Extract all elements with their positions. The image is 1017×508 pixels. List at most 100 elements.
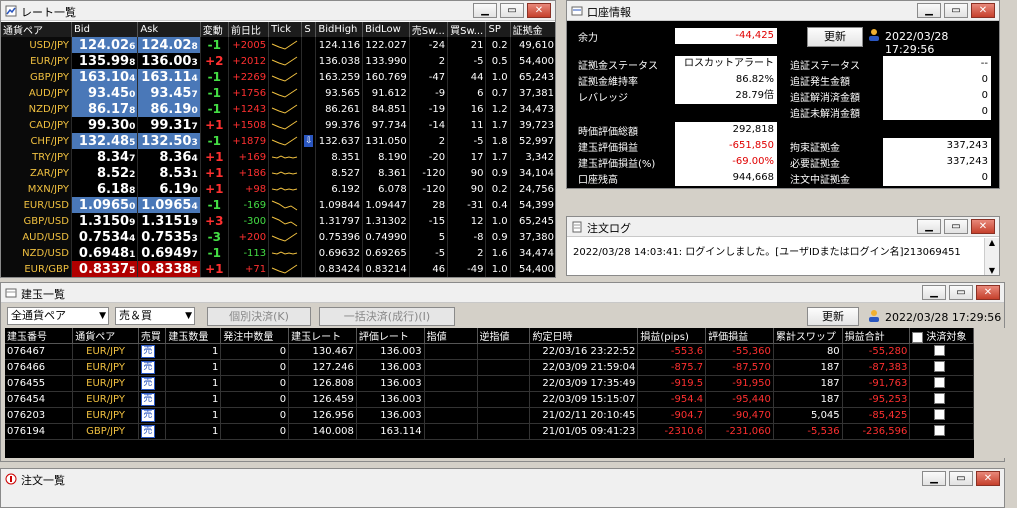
ask-cell[interactable]: 136.003 [137, 53, 201, 69]
pair-filter-select[interactable]: 全通貨ペア ▼ [7, 307, 109, 325]
position-row[interactable]: 076194 GBP/JPY 売 1 0 140.008 163.114 21/01/05 0… [5, 423, 974, 440]
bid-cell[interactable]: 93.450 [71, 85, 139, 101]
position-col-header[interactable]: 発注中数量 [220, 328, 290, 344]
rate-row[interactable]: TRY/JPY 8.347 8.364 +1 +169 8.351 8.190 -20 17 1.… [1, 149, 555, 165]
settle-checkbox[interactable] [934, 424, 946, 436]
position-col-header[interactable]: 売買 [138, 328, 167, 344]
ask-cell[interactable]: 124.028 [137, 37, 201, 53]
rate-col-header[interactable]: 証拠金 [510, 22, 555, 37]
maximize-button[interactable]: ▭ [944, 3, 968, 18]
position-col-header[interactable]: 約定日時 [529, 328, 639, 344]
maximize-button[interactable]: ▭ [949, 285, 973, 300]
scroll-down-icon[interactable]: ▼ [985, 266, 999, 275]
minimize-button[interactable]: ▁ [917, 219, 941, 234]
bid-cell[interactable]: 6.188 [71, 181, 139, 197]
position-row[interactable]: 076455 EUR/JPY 売 1 0 126.808 136.003 22/03/09 1… [5, 375, 974, 392]
position-row[interactable]: 076203 EUR/JPY 売 1 0 126.956 136.003 21/02/11 2… [5, 407, 974, 424]
settle-checkbox[interactable] [934, 392, 946, 404]
order-log-titlebar[interactable]: 注文ログ ▁ ▭ ✕ [567, 217, 999, 237]
rate-row[interactable]: ZAR/JPY 8.522 8.531 +1 +186 8.527 8.361 -120 90 0… [1, 165, 555, 181]
rate-row[interactable]: NZD/JPY 86.178 86.190 -1 +1243 86.261 84.851 -1… [1, 101, 555, 117]
rate-col-header[interactable]: Tick [268, 22, 303, 37]
position-col-header[interactable]: 評価レート [356, 328, 425, 344]
rate-row[interactable]: MXN/JPY 6.188 6.190 +1 +98 6.192 6.078 -120 90 0.… [1, 181, 555, 197]
ask-cell[interactable]: 1.31519 [137, 213, 201, 229]
orders-titlebar[interactable]: 注文一覧 ▁ ▭ ✕ [1, 469, 1004, 489]
rate-row[interactable]: AUD/USD 0.75344 0.75353 -3 +200 0.75396 0.7499… [1, 229, 555, 245]
close-button[interactable]: ✕ [527, 3, 551, 18]
settle-checkbox[interactable] [934, 344, 946, 356]
position-settle-cell[interactable] [909, 375, 974, 392]
ask-cell[interactable]: 1.09654 [137, 197, 201, 213]
select-all-checkbox[interactable] [912, 331, 924, 343]
bid-cell[interactable]: 163.104 [71, 69, 139, 85]
position-col-header[interactable]: 建玉レート [288, 328, 357, 344]
position-settle-cell[interactable] [909, 391, 974, 408]
close-button[interactable]: ✕ [971, 219, 995, 234]
side-filter-select[interactable]: 売＆買 ▼ [115, 307, 195, 325]
rate-col-header[interactable]: 前日比 [228, 22, 270, 37]
position-col-header[interactable]: 指値 [424, 328, 478, 344]
position-col-header[interactable]: 逆指値 [477, 328, 531, 344]
maximize-button[interactable]: ▭ [949, 471, 973, 486]
bid-cell[interactable]: 86.178 [71, 101, 139, 117]
bid-cell[interactable]: 135.998 [71, 53, 139, 69]
position-row[interactable]: 076454 EUR/JPY 売 1 0 126.459 136.003 22/03/09 1… [5, 391, 974, 408]
bid-cell[interactable]: 8.347 [71, 149, 139, 165]
scroll-up-icon[interactable]: ▲ [985, 238, 999, 247]
ask-cell[interactable]: 0.75353 [137, 229, 201, 245]
bid-cell[interactable]: 0.75344 [71, 229, 139, 245]
bid-cell[interactable]: 8.522 [71, 165, 139, 181]
bid-cell[interactable]: 1.31509 [71, 213, 139, 229]
ask-cell[interactable]: 8.531 [137, 165, 201, 181]
ask-cell[interactable]: 93.457 [137, 85, 201, 101]
rate-row[interactable]: NZD/USD 0.69481 0.69497 -1 -113 0.69632 0.6926… [1, 245, 555, 261]
rate-row[interactable]: CAD/JPY 99.300 99.317 +1 +1508 99.376 97.734 -1… [1, 117, 555, 133]
rate-row[interactable]: GBP/USD 1.31509 1.31519 +3 -300 1.31797 1.3130… [1, 213, 555, 229]
minimize-button[interactable]: ▁ [473, 3, 497, 18]
position-col-header[interactable]: 累計スワップ [773, 328, 843, 344]
position-settle-cell[interactable] [909, 343, 974, 360]
position-col-header[interactable]: 建玉番号 [5, 328, 74, 344]
maximize-button[interactable]: ▭ [944, 219, 968, 234]
rate-row[interactable]: CHF/JPY 132.485 132.503 -1 +1879 ⇩ 132.637 131.… [1, 133, 555, 149]
ask-cell[interactable]: 0.69497 [137, 245, 201, 261]
rate-col-header[interactable]: BidHigh [315, 22, 364, 37]
position-row[interactable]: 076467 EUR/JPY 売 1 0 130.467 136.003 22/03/16 2… [5, 343, 974, 360]
rate-row[interactable]: EUR/GBP 0.83375 0.83385 +1 +71 0.83424 0.83214… [1, 261, 555, 277]
rate-row[interactable]: EUR/USD 1.09650 1.09654 -1 -169 1.09844 1.0944… [1, 197, 555, 213]
rate-row[interactable]: EUR/JPY 135.998 136.003 +2 +2012 136.038 133.9… [1, 53, 555, 69]
rate-col-header[interactable]: 売Sw... [409, 22, 449, 37]
order-log-scrollbar[interactable]: ▲ ▼ [984, 238, 999, 275]
bid-cell[interactable]: 99.300 [71, 117, 139, 133]
maximize-button[interactable]: ▭ [500, 3, 524, 18]
rate-row[interactable]: USD/JPY 124.026 124.028 -1 +2005 124.116 122.0… [1, 37, 555, 53]
position-row[interactable]: 076466 EUR/JPY 売 1 0 127.246 136.003 22/03/09 2… [5, 359, 974, 376]
position-settle-cell[interactable] [909, 359, 974, 376]
bid-cell[interactable]: 132.485 [71, 133, 139, 149]
bid-cell[interactable]: 124.026 [71, 37, 139, 53]
rate-col-header[interactable]: SP [485, 22, 511, 37]
ask-cell[interactable]: 163.114 [137, 69, 201, 85]
ask-cell[interactable]: 132.503 [137, 133, 201, 149]
position-col-header[interactable]: 通貨ペア [72, 328, 139, 344]
rate-col-header[interactable]: Ask [137, 22, 201, 37]
minimize-button[interactable]: ▁ [917, 3, 941, 18]
bid-cell[interactable]: 0.83375 [71, 261, 139, 277]
positions-refresh-button[interactable]: 更新 [807, 307, 859, 326]
close-button[interactable]: ✕ [971, 3, 995, 18]
position-col-header[interactable]: 損益(pips) [637, 328, 707, 344]
rate-row[interactable]: AUD/JPY 93.450 93.457 -1 +1756 93.565 91.612 -9… [1, 85, 555, 101]
position-col-header[interactable]: 建玉数量 [165, 328, 222, 344]
close-button[interactable]: ✕ [976, 471, 1000, 486]
settle-checkbox[interactable] [934, 376, 946, 388]
position-col-header[interactable]: 評価損益 [705, 328, 774, 344]
position-settle-cell[interactable] [909, 423, 974, 440]
rate-col-header[interactable]: BidLow [362, 22, 410, 37]
ask-cell[interactable]: 99.317 [137, 117, 201, 133]
ask-cell[interactable]: 8.364 [137, 149, 201, 165]
minimize-button[interactable]: ▁ [922, 471, 946, 486]
ask-cell[interactable]: 0.83385 [137, 261, 201, 277]
settle-checkbox[interactable] [934, 360, 946, 372]
rate-col-header[interactable]: 買Sw... [447, 22, 487, 37]
